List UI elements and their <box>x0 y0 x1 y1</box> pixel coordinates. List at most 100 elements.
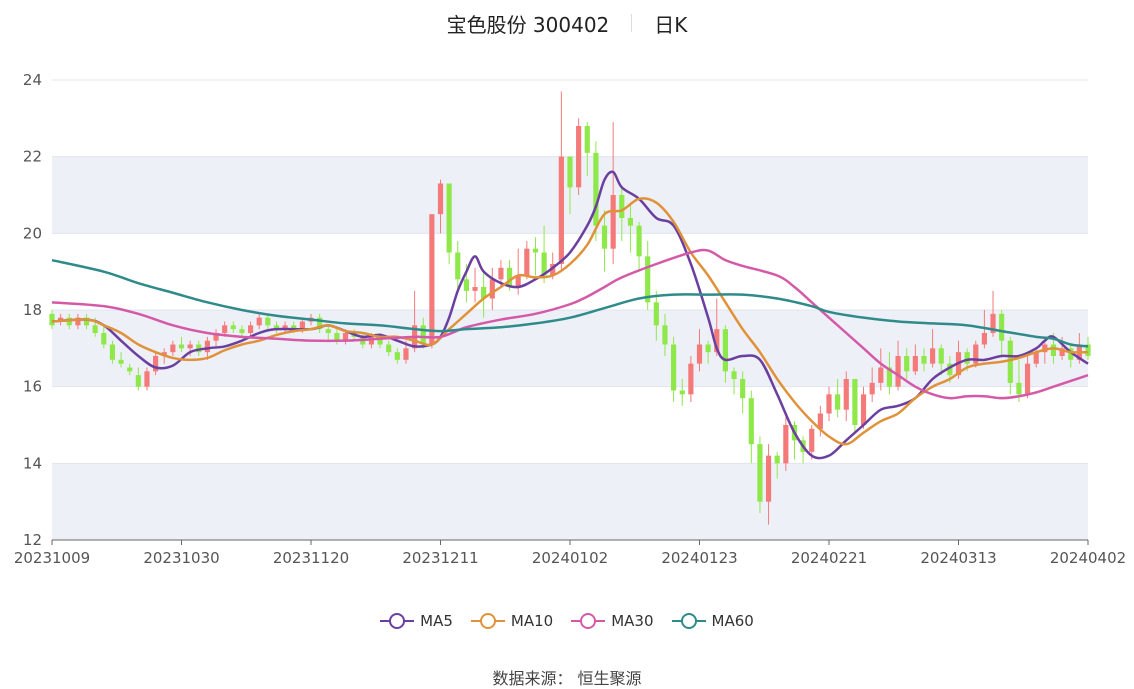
candle-body <box>878 367 884 383</box>
candle-body <box>826 394 832 414</box>
candle-body <box>204 340 210 353</box>
candle-body <box>265 317 271 326</box>
candle <box>748 390 754 464</box>
candle-body <box>558 156 564 264</box>
candle-body <box>1007 340 1013 383</box>
candle-body <box>429 214 435 345</box>
candle-body <box>92 325 98 333</box>
x-tick-label: 20240102 <box>532 549 608 567</box>
candle-body <box>489 279 495 299</box>
candle-body <box>394 352 400 360</box>
candle-body <box>999 313 1005 341</box>
candle-body <box>921 356 927 364</box>
candle-body <box>722 329 728 372</box>
candle-body <box>610 195 616 249</box>
source-provider: 恒生聚源 <box>577 669 642 688</box>
legend-marker-icon <box>380 613 415 629</box>
legend-marker-icon <box>571 613 606 629</box>
candle <box>524 241 530 280</box>
candle-body <box>256 317 262 326</box>
candle-body <box>144 371 150 387</box>
candle-body <box>187 344 193 349</box>
candle-body <box>731 371 737 379</box>
candle-body <box>705 344 711 353</box>
candle-body <box>645 256 651 303</box>
x-axis: 20231009 20231030 20231120 20231211 20240102… <box>14 539 1126 567</box>
candle-body <box>696 344 703 364</box>
legend-label: MA60 <box>711 612 754 630</box>
candle-body <box>679 390 685 395</box>
candle-body <box>498 267 504 280</box>
legend: MA5 MA10 MA30 MA60 <box>0 612 1134 630</box>
source-note: 数据来源： 恒生聚源 <box>0 665 1134 689</box>
candle <box>429 214 435 349</box>
candle-body <box>809 428 815 452</box>
candle-body <box>532 248 539 253</box>
y-axis: 12 14 16 18 20 22 24 <box>23 71 42 549</box>
candle-body <box>472 287 478 291</box>
candle-body <box>869 382 875 395</box>
candle-body <box>49 313 55 326</box>
candle-body <box>584 126 590 153</box>
y-tick-label: 14 <box>23 454 42 472</box>
candle <box>783 417 789 471</box>
legend-label: MA30 <box>611 612 654 630</box>
candle <box>671 336 677 402</box>
candlestick-chart: 12141618202224 20231009 20231030 20231120 2… <box>14 71 1126 567</box>
candle-body <box>601 225 608 249</box>
x-tick-label: 20240123 <box>661 549 737 567</box>
candle <box>472 267 478 303</box>
candle-body <box>455 252 461 280</box>
candle-body <box>627 218 634 226</box>
candle-body <box>230 325 236 330</box>
candle-body <box>765 455 772 502</box>
grid-bands <box>52 79 1088 541</box>
candle-body <box>1016 382 1022 395</box>
candle-body <box>774 455 780 464</box>
candle <box>826 386 832 422</box>
candle-body <box>912 356 918 372</box>
x-tick-label: 20240402 <box>1050 549 1126 567</box>
candle-body <box>671 344 677 391</box>
source-label: 数据来源： <box>492 669 573 688</box>
candle-body <box>783 425 789 464</box>
legend-item-ma60[interactable]: MA60 <box>671 612 754 630</box>
candle-body <box>981 333 987 345</box>
candle <box>446 183 452 264</box>
candle-body <box>334 333 340 341</box>
y-tick-label: 16 <box>23 378 42 396</box>
candle-body <box>135 375 141 387</box>
candle-body <box>757 444 763 502</box>
x-tick-label: 20231120 <box>273 549 349 567</box>
candle-body <box>653 302 659 326</box>
candle-body <box>437 183 444 215</box>
candle-body <box>446 183 452 253</box>
grid-band <box>52 463 1088 540</box>
legend-item-ma5[interactable]: MA5 <box>380 612 453 630</box>
candle-body <box>101 333 107 345</box>
candle-body <box>109 344 116 360</box>
y-tick-label: 24 <box>23 71 42 89</box>
candle-body <box>239 329 245 333</box>
candle-body <box>662 325 668 345</box>
x-tick-label: 20240221 <box>791 549 867 567</box>
legend-item-ma30[interactable]: MA30 <box>571 612 654 630</box>
legend-marker-icon <box>470 613 505 629</box>
candle-body <box>895 356 901 387</box>
candle-body <box>463 279 469 291</box>
y-tick-label: 20 <box>23 224 42 242</box>
candle-body <box>938 348 944 364</box>
candle-body <box>325 329 331 333</box>
candle-body <box>904 356 910 372</box>
x-tick-label: 20231030 <box>143 549 219 567</box>
candle-body <box>843 379 849 410</box>
x-tick-label: 20231211 <box>402 549 478 567</box>
x-tick-label: 20231009 <box>14 549 90 567</box>
candle-body <box>1024 363 1031 395</box>
candle <box>576 118 582 195</box>
y-tick-label: 12 <box>23 531 42 549</box>
y-tick-label: 22 <box>23 148 42 166</box>
candle <box>489 267 495 310</box>
legend-item-ma10[interactable]: MA10 <box>470 612 553 630</box>
legend-marker-icon <box>671 613 706 629</box>
